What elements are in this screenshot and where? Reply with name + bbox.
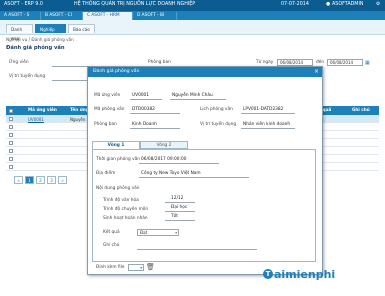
- system-title: HỆ THỐNG QUẢN TRỊ NGUỒN LỰC DOANH NGHIỆP: [74, 2, 196, 7]
- row-checkbox[interactable]: [9, 141, 13, 145]
- attachment-label: Đính kèm file: [96, 265, 125, 270]
- round-panel: Thời gian phỏng vấn 06/08/2017 09:00:00 …: [92, 149, 316, 262]
- result-select[interactable]: Đạt ▾: [137, 229, 179, 236]
- modal-title: Đánh giá phỏng vấn: [88, 67, 322, 77]
- module-tabs: A ASOFT - S B ASOFT - CI C ASOFT - HRM D…: [0, 11, 385, 20]
- criteria-1-value: 12/12: [171, 196, 184, 201]
- app-header: ASOFT - ERP 9.0 HỆ THỐNG QUẢN TRỊ NGUỒN …: [0, 0, 385, 11]
- trash-icon[interactable]: 🗑: [146, 263, 155, 271]
- watermark-logo-icon: T: [263, 269, 273, 279]
- interview-time-field[interactable]: [139, 163, 219, 164]
- app-code: ASOFT - ERP 9.0: [4, 2, 43, 7]
- filter-to-label: đến: [316, 60, 325, 65]
- filter-department-label: Phòng ban: [148, 60, 171, 65]
- interview-id-value: DTD00382: [132, 107, 155, 112]
- row-checkbox[interactable]: [9, 117, 13, 121]
- filter-from-label: Từ ngày: [256, 60, 274, 65]
- position-value: Nhân viên kinh doanh: [243, 122, 291, 127]
- module-tab-hrm[interactable]: C ASOFT - HRM: [83, 12, 133, 20]
- pager-page-3[interactable]: 3: [47, 176, 56, 184]
- row-checkbox[interactable]: [9, 133, 13, 137]
- module-tab-bi[interactable]: D ASOFT - BI: [133, 12, 177, 20]
- breadcrumb: Nghiệp vụ / Đánh giá phỏng vấn: [6, 37, 74, 42]
- pager-prev-button[interactable]: «: [14, 176, 23, 184]
- settings-icon[interactable]: ⚙: [376, 2, 380, 7]
- tab-round-1[interactable]: Vòng 1: [92, 141, 140, 149]
- col-applicant-code[interactable]: Mã ứng viên: [28, 107, 57, 112]
- criteria-1-label: Trình độ văn hóa: [103, 198, 139, 203]
- place-label: Địa điểm: [96, 171, 116, 176]
- criteria-3-field[interactable]: [165, 220, 195, 221]
- place-field[interactable]: [139, 177, 249, 178]
- applicant-code-field[interactable]: [130, 99, 162, 100]
- interview-time-value: 06/08/2017 09:00:00: [141, 157, 187, 162]
- col-note[interactable]: Ghi chú: [352, 107, 370, 112]
- filter-to-date[interactable]: 06/08/2014: [327, 59, 363, 66]
- subtab-catalog[interactable]: Danh mục: [6, 24, 33, 41]
- row-checkbox[interactable]: [9, 157, 13, 161]
- filter-position-label: Vị trí tuyển dụng: [9, 74, 46, 79]
- interview-id-field[interactable]: [130, 113, 180, 114]
- row-checkbox[interactable]: [9, 125, 13, 129]
- note-label: Ghi chú: [103, 243, 120, 248]
- schedule-field[interactable]: [241, 113, 295, 114]
- criteria-2-value: Đại học: [171, 205, 188, 210]
- department-label: Phòng ban: [94, 122, 117, 127]
- note-field[interactable]: [137, 249, 257, 250]
- position-field[interactable]: [241, 128, 295, 129]
- subtab-reports[interactable]: Báo cáo: [68, 24, 95, 33]
- schedule-value: LPV001-DATD2382: [243, 107, 284, 112]
- header-date: 07-07-2014: [281, 2, 309, 7]
- sub-navigation: Danh mục Nghiệp vụ Báo cáo: [0, 20, 385, 41]
- applicant-code-value: UV0001: [132, 93, 150, 98]
- pager-page-2[interactable]: 2: [36, 176, 45, 184]
- interview-time-label: Thời gian phỏng vấn: [96, 157, 140, 162]
- schedule-label: Lịch phỏng vấn: [200, 107, 233, 112]
- row-applicant-code[interactable]: UV0001: [28, 117, 44, 122]
- close-icon[interactable]: ×: [314, 68, 319, 76]
- header-user[interactable]: ASOFTADMIN: [332, 2, 363, 7]
- row-checkbox[interactable]: [9, 149, 13, 153]
- chevron-down-icon: ▾: [140, 266, 142, 270]
- applicant-code-label: Mã ứng viên: [94, 93, 121, 98]
- chevron-down-icon: ▾: [175, 231, 177, 235]
- criteria-3-label: Sinh hoạt hoàn nhân: [103, 216, 148, 221]
- criteria-1-field[interactable]: [165, 202, 195, 203]
- module-tab-ci[interactable]: B ASOFT - CI: [41, 12, 83, 20]
- result-label: Kết quả: [103, 230, 120, 235]
- watermark-logo: aimienphi: [274, 268, 336, 281]
- filter-from-date[interactable]: 06/08/2014: [277, 59, 313, 66]
- applicant-name-field[interactable]: [170, 99, 226, 100]
- criteria-3-value: Tốt: [171, 214, 178, 219]
- select-all-checkbox[interactable]: [9, 108, 13, 113]
- calendar-icon[interactable]: ▦: [365, 60, 370, 66]
- filter-applicant-label: Ứng viên: [9, 60, 29, 65]
- subtab-operations[interactable]: Nghiệp vụ: [35, 24, 66, 41]
- pager-page-1[interactable]: 1: [25, 176, 34, 184]
- position-label: Vị trí tuyển dụng: [200, 122, 237, 127]
- interview-id-label: Mã phỏng vấn: [94, 107, 125, 112]
- tab-round-2[interactable]: Vòng 2: [140, 141, 188, 149]
- pager-next-button[interactable]: »: [58, 176, 67, 184]
- criteria-2-label: Trình độ chuyên môn: [103, 207, 149, 212]
- result-select-value: Đạt: [140, 230, 148, 235]
- evaluation-modal: Đánh giá phỏng vấn × Mã ứng viên UV0001 …: [87, 66, 323, 275]
- department-field[interactable]: [130, 128, 180, 129]
- filter-position-input[interactable]: [52, 80, 88, 81]
- department-value: Kinh Doanh: [132, 122, 157, 127]
- applicant-name-value: Nguyễn Minh Châu: [172, 93, 213, 98]
- criteria-2-field[interactable]: [165, 211, 195, 212]
- attachment-select[interactable]: ▾: [128, 264, 144, 271]
- module-tab-s[interactable]: A ASOFT - S: [0, 12, 41, 20]
- user-icon[interactable]: ●: [326, 2, 330, 7]
- row-checkbox[interactable]: [9, 165, 13, 169]
- content-label: Nội dung phỏng vấn: [96, 186, 140, 191]
- page-title: Đánh giá phỏng vấn: [6, 45, 65, 51]
- place-value: Công ty New Toyo Việt Nam: [141, 171, 201, 176]
